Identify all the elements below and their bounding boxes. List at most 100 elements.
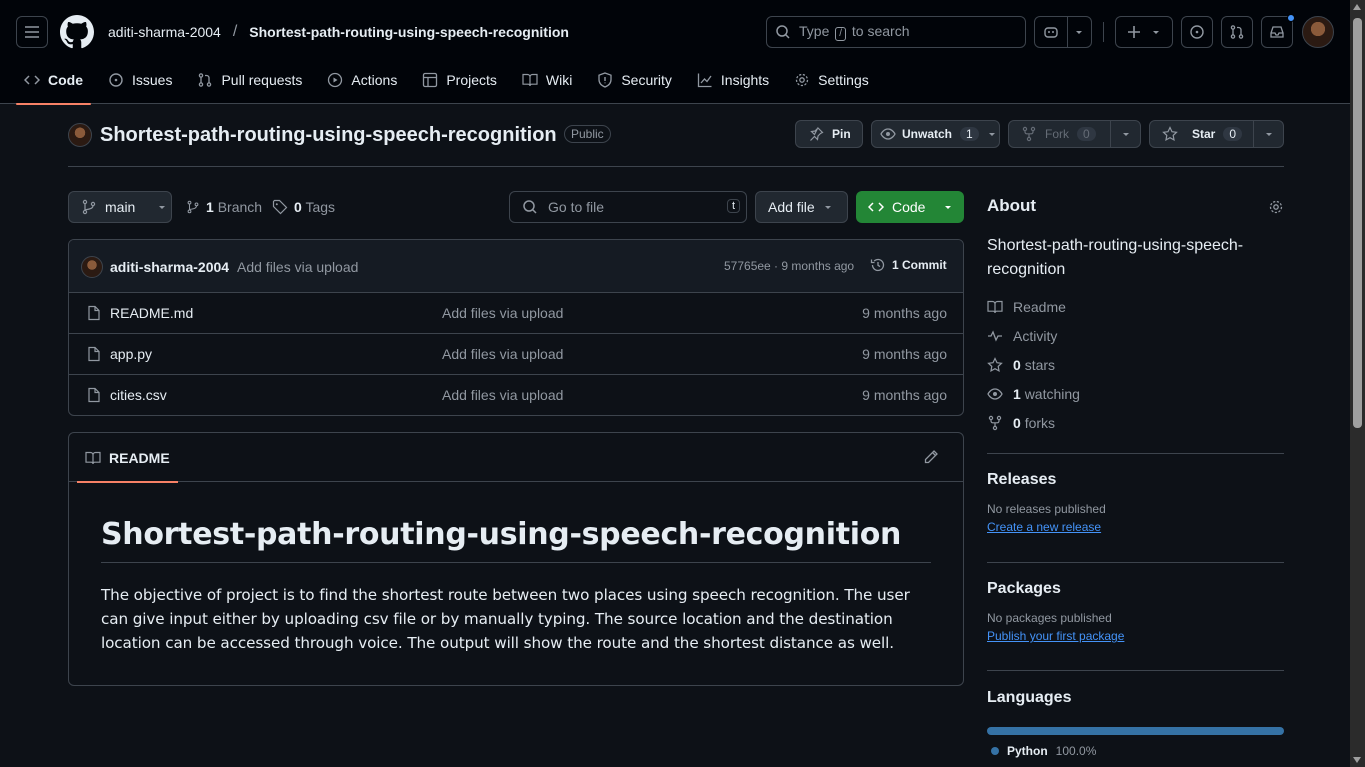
add-file-button[interactable]: Add file bbox=[755, 191, 848, 223]
about-description: Shortest-path-routing-using-speech-recog… bbox=[987, 237, 1244, 278]
file-age: 9 months ago bbox=[862, 346, 947, 362]
create-release-link[interactable]: Create a new release bbox=[987, 520, 1101, 534]
branches-link[interactable]: 1 Branch bbox=[186, 199, 262, 215]
readme-body: The objective of project is to find the … bbox=[101, 586, 910, 652]
tab-label: Wiki bbox=[545, 72, 573, 88]
edit-readme-button[interactable] bbox=[923, 449, 939, 465]
forks-label: forks bbox=[1024, 414, 1056, 431]
search-input[interactable]: Type / to search bbox=[766, 16, 1026, 48]
owner-avatar[interactable] bbox=[68, 123, 92, 147]
language-name: Python bbox=[1007, 744, 1048, 758]
breadcrumb-separator: / bbox=[232, 23, 238, 40]
commits-link[interactable]: 1 Commit bbox=[870, 257, 947, 273]
fork-label: Fork bbox=[1045, 127, 1069, 141]
star-count: 0 bbox=[1223, 127, 1243, 141]
language-color-dot bbox=[991, 747, 999, 755]
scroll-up-arrow-icon[interactable] bbox=[1353, 4, 1361, 10]
watching-link[interactable]: 1 watching bbox=[987, 379, 1284, 408]
star-dropdown[interactable] bbox=[1253, 121, 1283, 147]
repo-title[interactable]: Shortest-path-routing-using-speech-recog… bbox=[100, 124, 557, 147]
scrollbar-thumb[interactable] bbox=[1353, 18, 1362, 428]
hamburger-icon bbox=[25, 26, 39, 38]
about-section: About Shortest-path-routing-using-speech… bbox=[987, 196, 1284, 437]
tags-link[interactable]: 0 Tags bbox=[272, 199, 335, 215]
pull-request-icon bbox=[199, 73, 212, 87]
file-name[interactable]: README.md bbox=[110, 305, 193, 321]
file-commit-message[interactable]: Add files via upload bbox=[442, 305, 563, 321]
about-settings-button[interactable] bbox=[1268, 199, 1284, 215]
language-percent: 100.0% bbox=[1055, 744, 1097, 758]
language-item[interactable]: Python 100.0% bbox=[987, 744, 1284, 758]
readme-tab-label: README bbox=[109, 449, 170, 466]
unwatch-button[interactable]: Unwatch 1 bbox=[871, 120, 1000, 148]
table-icon bbox=[423, 72, 438, 88]
unwatch-dropdown[interactable] bbox=[987, 129, 997, 139]
file-name[interactable]: cities.csv bbox=[110, 387, 167, 403]
tab-settings[interactable]: Settings bbox=[786, 64, 877, 96]
readme-link[interactable]: Readme bbox=[987, 292, 1284, 321]
tab-wiki[interactable]: Wiki bbox=[514, 64, 580, 96]
table-row[interactable]: README.md Add files via upload 9 months … bbox=[69, 293, 963, 334]
star-icon bbox=[1162, 126, 1178, 142]
copilot-button[interactable] bbox=[1034, 16, 1092, 48]
copilot-icon bbox=[1043, 27, 1058, 38]
tab-actions[interactable]: Actions bbox=[319, 64, 405, 96]
scrollbar[interactable] bbox=[1350, 0, 1365, 767]
issues-button[interactable] bbox=[1181, 16, 1213, 48]
tab-insights[interactable]: Insights bbox=[689, 64, 777, 96]
tag-icon bbox=[272, 199, 288, 215]
pencil-icon bbox=[924, 450, 938, 464]
star-label: Star bbox=[1192, 127, 1216, 141]
table-row[interactable]: cities.csv Add files via upload 9 months… bbox=[69, 375, 963, 415]
tab-label: Projects bbox=[446, 72, 497, 88]
tab-pull-requests[interactable]: Pull requests bbox=[189, 64, 310, 96]
packages-empty: No packages published bbox=[987, 611, 1112, 625]
tab-code[interactable]: Code bbox=[16, 64, 91, 105]
menu-button[interactable] bbox=[16, 16, 48, 48]
activity-link-label: Activity bbox=[1013, 327, 1058, 344]
star-button[interactable]: Star 0 bbox=[1149, 120, 1284, 148]
releases-title[interactable]: Releases bbox=[987, 471, 1284, 489]
stars-link[interactable]: 0 stars bbox=[987, 350, 1284, 379]
scroll-down-arrow-icon[interactable] bbox=[1353, 757, 1361, 763]
watching-label: watching bbox=[1024, 385, 1080, 402]
branch-count: 1 bbox=[206, 199, 214, 215]
breadcrumb-owner[interactable]: aditi-sharma-2004 bbox=[108, 24, 221, 40]
forks-count: 0 bbox=[1013, 414, 1021, 431]
file-commit-message[interactable]: Add files via upload bbox=[442, 387, 563, 403]
tab-readme[interactable]: README bbox=[77, 433, 178, 483]
go-to-file-placeholder: Go to file bbox=[548, 199, 605, 215]
activity-link[interactable]: Activity bbox=[987, 321, 1284, 350]
forks-link[interactable]: 0 forks bbox=[987, 408, 1284, 437]
tab-issues[interactable]: Issues bbox=[100, 64, 180, 96]
tab-label: Actions bbox=[351, 72, 398, 88]
pull-requests-button[interactable] bbox=[1221, 16, 1253, 48]
releases-section: Releases No releases published Create a … bbox=[987, 471, 1284, 534]
commit-author[interactable]: aditi-sharma-2004 bbox=[110, 259, 229, 275]
commit-author-avatar[interactable] bbox=[81, 256, 103, 278]
code-button[interactable]: Code bbox=[856, 191, 964, 223]
watching-count: 1 bbox=[1013, 385, 1021, 402]
github-logo-icon[interactable] bbox=[60, 15, 94, 49]
create-new-button[interactable] bbox=[1115, 16, 1173, 48]
fork-dropdown[interactable] bbox=[1110, 121, 1140, 147]
publish-package-link[interactable]: Publish your first package bbox=[987, 629, 1124, 643]
file-commit-message[interactable]: Add files via upload bbox=[442, 346, 563, 362]
fork-button[interactable]: Fork 0 bbox=[1008, 120, 1141, 148]
breadcrumb-repo[interactable]: Shortest-path-routing-using-speech-recog… bbox=[249, 24, 569, 40]
file-name[interactable]: app.py bbox=[110, 346, 152, 362]
about-links: Readme Activity 0 stars 1 watching 0 for… bbox=[987, 292, 1284, 437]
pin-label: Pin bbox=[832, 127, 851, 141]
tab-security[interactable]: Security bbox=[589, 64, 680, 96]
go-to-file-input[interactable]: Go to file t bbox=[509, 191, 747, 223]
user-avatar[interactable] bbox=[1302, 16, 1334, 48]
pin-button[interactable]: Pin bbox=[795, 120, 863, 148]
inbox-icon bbox=[1270, 26, 1284, 38]
tab-projects[interactable]: Projects bbox=[414, 64, 505, 96]
commit-message[interactable]: Add files via upload bbox=[237, 259, 358, 275]
languages-section: Languages Python 100.0% bbox=[987, 689, 1284, 758]
table-row[interactable]: app.py Add files via upload 9 months ago bbox=[69, 334, 963, 375]
branch-selector[interactable]: main bbox=[68, 191, 172, 223]
commit-hash-time[interactable]: 57765ee · 9 months ago bbox=[724, 259, 854, 273]
packages-title[interactable]: Packages bbox=[987, 580, 1284, 598]
